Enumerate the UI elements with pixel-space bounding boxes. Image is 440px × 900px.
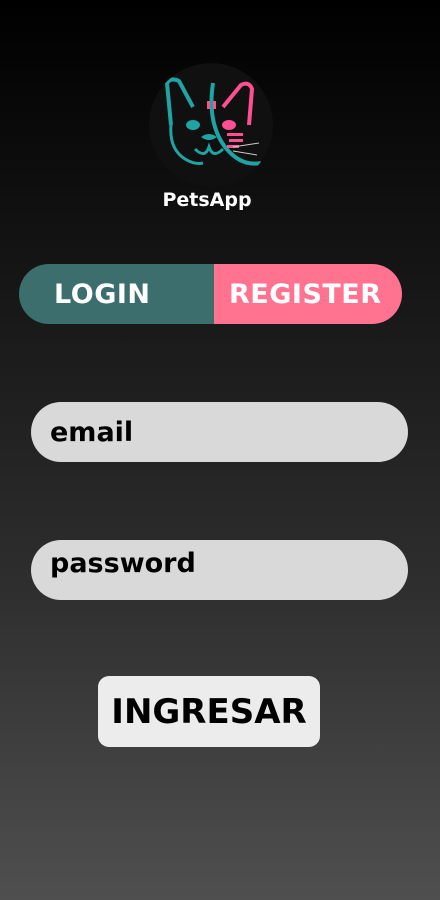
app-logo (149, 63, 273, 187)
email-input[interactable] (31, 402, 408, 462)
password-input[interactable] (31, 540, 408, 600)
tab-register[interactable]: REGISTER (214, 264, 402, 324)
submit-button[interactable]: INGRESAR (98, 676, 320, 747)
tab-login[interactable]: LOGIN (19, 264, 214, 324)
french-bulldog-logo-icon (165, 77, 262, 166)
app-title: PetsApp (162, 189, 252, 211)
auth-mode-toggle: LOGIN REGISTER (19, 264, 402, 324)
